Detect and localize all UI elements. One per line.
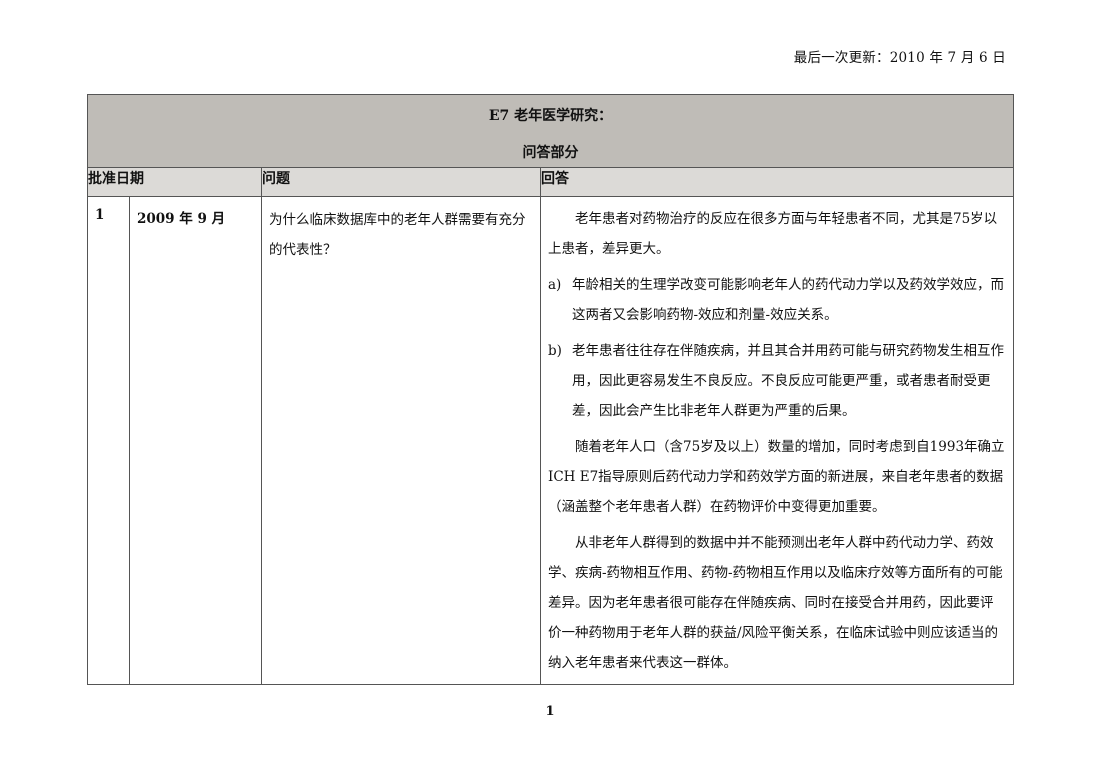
column-header-question: 问题 — [261, 167, 541, 197]
column-header-row: 批准日期 问题 回答 — [87, 167, 1015, 197]
approval-date: 2009 年 9 月 — [129, 196, 262, 685]
title-line-1: E7 老年医学研究： — [488, 108, 613, 124]
table-title: E7 老年医学研究： 问答部分 — [86, 94, 1015, 168]
title-line-2: 问答部分 — [522, 145, 579, 161]
item-text: 老年患者往往存在伴随疾病，并且其合并用药可能与研究药物发生相互作用，因此更容易发… — [572, 343, 1004, 419]
answer-paragraph-2: 随着老年人口（含75岁及以上）数量的增加，同时考虑到自1993年确立ICH E7… — [548, 439, 1005, 515]
answer-item-a: a) 年龄相关的生理学改变可能影响老年人的药代动力学以及药效学效应，而这两者又会… — [548, 270, 1006, 330]
question-text: 为什么临床数据库中的老年人群需要有充分的代表性？ — [261, 196, 541, 685]
last-updated-date: 最后一次更新：2010 年 7 月 6 日 — [793, 50, 1006, 66]
answer-intro: 老年患者对药物治疗的反应在很多方面与年轻患者不同，尤其是75岁以上患者，差异更大… — [548, 211, 998, 257]
column-header-date: 批准日期 — [87, 167, 262, 197]
page-number: 1 — [545, 704, 555, 719]
item-marker: a) — [548, 277, 562, 293]
table-row: 1 2009 年 9 月 为什么临床数据库中的老年人群需要有充分的代表性？ 老年… — [87, 196, 1015, 685]
answer-paragraph-3: 从非老年人群得到的数据中并不能预测出老年人群中药代动力学、药效学、疾病-药物相互… — [548, 535, 1003, 671]
qa-table: E7 老年医学研究： 问答部分 批准日期 问题 回答 1 2009 年 9 月 … — [86, 94, 1015, 685]
item-text: 年龄相关的生理学改变可能影响老年人的药代动力学以及药效学效应，而这两者又会影响药… — [572, 277, 1004, 323]
answer-item-b: b) 老年患者往往存在伴随疾病，并且其合并用药可能与研究药物发生相互作用，因此更… — [548, 336, 1006, 426]
answer-cell: 老年患者对药物治疗的反应在很多方面与年轻患者不同，尤其是75岁以上患者，差异更大… — [539, 196, 1015, 685]
row-number: 1 — [87, 196, 130, 685]
item-marker: b) — [548, 343, 562, 359]
column-header-answer: 回答 — [539, 167, 1015, 197]
